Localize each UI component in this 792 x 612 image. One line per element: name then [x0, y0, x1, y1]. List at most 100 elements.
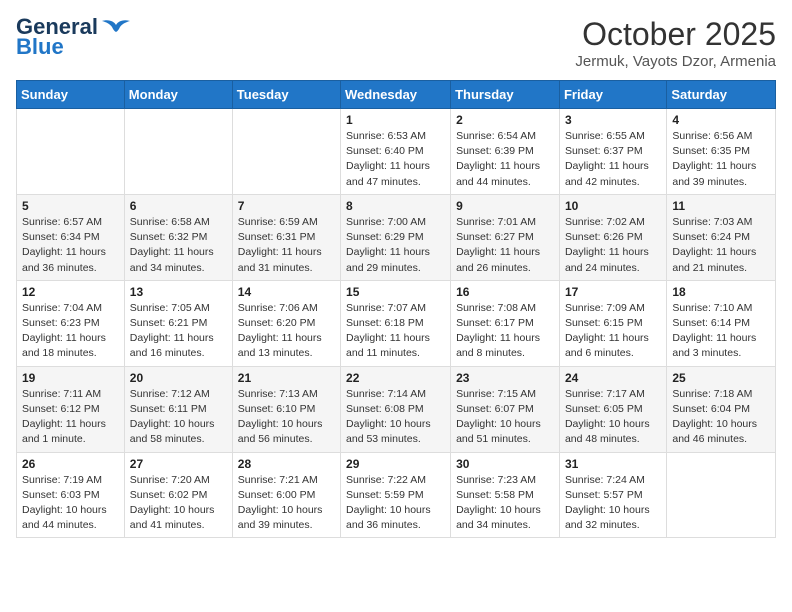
- day-number: 10: [565, 199, 661, 213]
- calendar-week-row: 1Sunrise: 6:53 AM Sunset: 6:40 PM Daylig…: [17, 109, 776, 195]
- day-number: 11: [672, 199, 770, 213]
- calendar-cell: 14 Sunrise: 7:06 AM Sunset: 6:20 PM Dayli…: [232, 280, 340, 366]
- day-number: 23: [456, 371, 554, 385]
- calendar-header-friday: Friday: [559, 81, 666, 109]
- day-number: 9: [456, 199, 554, 213]
- calendar-cell: 8Sunrise: 7:00 AM Sunset: 6:29 PM Daylig…: [341, 194, 451, 280]
- calendar-cell: 25 Sunrise: 7:18 AM Sunset: 6:04 PM Dayli…: [667, 366, 776, 452]
- calendar-header-thursday: Thursday: [451, 81, 560, 109]
- day-number: 19: [22, 371, 119, 385]
- calendar-cell: 20Sunrise: 7:12 AM Sunset: 6:11 PM Dayli…: [124, 366, 232, 452]
- calendar-cell: 23Sunrise: 7:15 AM Sunset: 6:07 PM Dayli…: [451, 366, 560, 452]
- calendar-cell: 17Sunrise: 7:09 AM Sunset: 6:15 PM Dayli…: [559, 280, 666, 366]
- day-number: 17: [565, 285, 661, 299]
- calendar-cell: 1Sunrise: 6:53 AM Sunset: 6:40 PM Daylig…: [341, 109, 451, 195]
- day-number: 5: [22, 199, 119, 213]
- calendar-cell: 21 Sunrise: 7:13 AM Sunset: 6:10 PM Dayli…: [232, 366, 340, 452]
- day-info: Sunrise: 7:10 AM Sunset: 6:14 PM Dayligh…: [672, 301, 770, 362]
- logo: General Blue: [16, 16, 130, 58]
- day-info: Sunrise: 7:01 AM Sunset: 6:27 PM Dayligh…: [456, 215, 554, 276]
- day-info: Sunrise: 7:08 AM Sunset: 6:17 PM Dayligh…: [456, 301, 554, 362]
- calendar-cell: 26Sunrise: 7:19 AM Sunset: 6:03 PM Dayli…: [17, 452, 125, 538]
- day-number: 27: [130, 457, 227, 471]
- day-number: 25: [672, 371, 770, 385]
- day-number: 15: [346, 285, 445, 299]
- calendar-subtitle: Jermuk, Vayots Dzor, Armenia: [575, 53, 776, 70]
- day-info: Sunrise: 7:22 AM Sunset: 5:59 PM Dayligh…: [346, 473, 445, 534]
- day-info: Sunrise: 7:06 AM Sunset: 6:20 PM Dayligh…: [238, 301, 335, 362]
- day-info: Sunrise: 7:20 AM Sunset: 6:02 PM Dayligh…: [130, 473, 227, 534]
- calendar-cell: 7 Sunrise: 6:59 AM Sunset: 6:31 PM Daylig…: [232, 194, 340, 280]
- day-info: Sunrise: 6:59 AM Sunset: 6:31 PM Dayligh…: [238, 215, 335, 276]
- logo-blue-text: Blue: [16, 36, 64, 58]
- calendar-cell: 31 Sunrise: 7:24 AM Sunset: 5:57 PM Dayli…: [559, 452, 666, 538]
- calendar-week-row: 19 Sunrise: 7:11 AM Sunset: 6:12 PM Dayli…: [17, 366, 776, 452]
- day-info: Sunrise: 7:04 AM Sunset: 6:23 PM Dayligh…: [22, 301, 119, 362]
- calendar-cell: 28 Sunrise: 7:21 AM Sunset: 6:00 PM Dayli…: [232, 452, 340, 538]
- day-number: 6: [130, 199, 227, 213]
- calendar-cell: [124, 109, 232, 195]
- day-number: 2: [456, 113, 554, 127]
- day-number: 4: [672, 113, 770, 127]
- day-number: 24: [565, 371, 661, 385]
- calendar-cell: [232, 109, 340, 195]
- day-info: Sunrise: 7:13 AM Sunset: 6:10 PM Dayligh…: [238, 387, 335, 448]
- logo-bird-icon: [102, 17, 130, 37]
- day-info: Sunrise: 7:05 AM Sunset: 6:21 PM Dayligh…: [130, 301, 227, 362]
- day-number: 21: [238, 371, 335, 385]
- day-number: 29: [346, 457, 445, 471]
- day-number: 1: [346, 113, 445, 127]
- day-number: 28: [238, 457, 335, 471]
- calendar-cell: 12 Sunrise: 7:04 AM Sunset: 6:23 PM Dayli…: [17, 280, 125, 366]
- calendar-header-saturday: Saturday: [667, 81, 776, 109]
- day-number: 18: [672, 285, 770, 299]
- calendar-header-monday: Monday: [124, 81, 232, 109]
- calendar-week-row: 26Sunrise: 7:19 AM Sunset: 6:03 PM Dayli…: [17, 452, 776, 538]
- day-number: 3: [565, 113, 661, 127]
- calendar-cell: [17, 109, 125, 195]
- calendar-cell: 30 Sunrise: 7:23 AM Sunset: 5:58 PM Dayli…: [451, 452, 560, 538]
- day-number: 26: [22, 457, 119, 471]
- calendar-cell: 29 Sunrise: 7:22 AM Sunset: 5:59 PM Dayli…: [341, 452, 451, 538]
- calendar-cell: 11 Sunrise: 7:03 AM Sunset: 6:24 PM Dayli…: [667, 194, 776, 280]
- day-number: 30: [456, 457, 554, 471]
- calendar-header-row: SundayMondayTuesdayWednesdayThursdayFrid…: [17, 81, 776, 109]
- day-number: 7: [238, 199, 335, 213]
- day-info: Sunrise: 7:18 AM Sunset: 6:04 PM Dayligh…: [672, 387, 770, 448]
- day-info: Sunrise: 6:58 AM Sunset: 6:32 PM Dayligh…: [130, 215, 227, 276]
- day-number: 14: [238, 285, 335, 299]
- day-number: 20: [130, 371, 227, 385]
- calendar-cell: 27 Sunrise: 7:20 AM Sunset: 6:02 PM Dayli…: [124, 452, 232, 538]
- calendar-cell: 3Sunrise: 6:55 AM Sunset: 6:37 PM Daylig…: [559, 109, 666, 195]
- calendar-cell: 19 Sunrise: 7:11 AM Sunset: 6:12 PM Dayli…: [17, 366, 125, 452]
- calendar-cell: [667, 452, 776, 538]
- day-info: Sunrise: 6:56 AM Sunset: 6:35 PM Dayligh…: [672, 129, 770, 190]
- day-number: 13: [130, 285, 227, 299]
- day-info: Sunrise: 7:03 AM Sunset: 6:24 PM Dayligh…: [672, 215, 770, 276]
- day-info: Sunrise: 7:17 AM Sunset: 6:05 PM Dayligh…: [565, 387, 661, 448]
- day-info: Sunrise: 6:54 AM Sunset: 6:39 PM Dayligh…: [456, 129, 554, 190]
- day-info: Sunrise: 7:14 AM Sunset: 6:08 PM Dayligh…: [346, 387, 445, 448]
- calendar-header-tuesday: Tuesday: [232, 81, 340, 109]
- calendar-title-block: October 2025 Jermuk, Vayots Dzor, Armeni…: [575, 16, 776, 70]
- calendar-cell: 16 Sunrise: 7:08 AM Sunset: 6:17 PM Dayli…: [451, 280, 560, 366]
- calendar-week-row: 5 Sunrise: 6:57 AM Sunset: 6:34 PM Daylig…: [17, 194, 776, 280]
- day-number: 31: [565, 457, 661, 471]
- calendar-cell: 18 Sunrise: 7:10 AM Sunset: 6:14 PM Dayli…: [667, 280, 776, 366]
- calendar-cell: 15Sunrise: 7:07 AM Sunset: 6:18 PM Dayli…: [341, 280, 451, 366]
- day-info: Sunrise: 7:23 AM Sunset: 5:58 PM Dayligh…: [456, 473, 554, 534]
- day-info: Sunrise: 6:57 AM Sunset: 6:34 PM Dayligh…: [22, 215, 119, 276]
- calendar-week-row: 12 Sunrise: 7:04 AM Sunset: 6:23 PM Dayli…: [17, 280, 776, 366]
- calendar-header-wednesday: Wednesday: [341, 81, 451, 109]
- day-info: Sunrise: 7:11 AM Sunset: 6:12 PM Dayligh…: [22, 387, 119, 448]
- calendar-cell: 9 Sunrise: 7:01 AM Sunset: 6:27 PM Daylig…: [451, 194, 560, 280]
- calendar-cell: 10Sunrise: 7:02 AM Sunset: 6:26 PM Dayli…: [559, 194, 666, 280]
- page-header: General Blue October 2025 Jermuk, Vayots…: [16, 16, 776, 70]
- calendar-cell: 2 Sunrise: 6:54 AM Sunset: 6:39 PM Daylig…: [451, 109, 560, 195]
- day-info: Sunrise: 7:21 AM Sunset: 6:00 PM Dayligh…: [238, 473, 335, 534]
- calendar-cell: 22 Sunrise: 7:14 AM Sunset: 6:08 PM Dayli…: [341, 366, 451, 452]
- day-number: 16: [456, 285, 554, 299]
- day-number: 12: [22, 285, 119, 299]
- day-info: Sunrise: 7:24 AM Sunset: 5:57 PM Dayligh…: [565, 473, 661, 534]
- day-number: 22: [346, 371, 445, 385]
